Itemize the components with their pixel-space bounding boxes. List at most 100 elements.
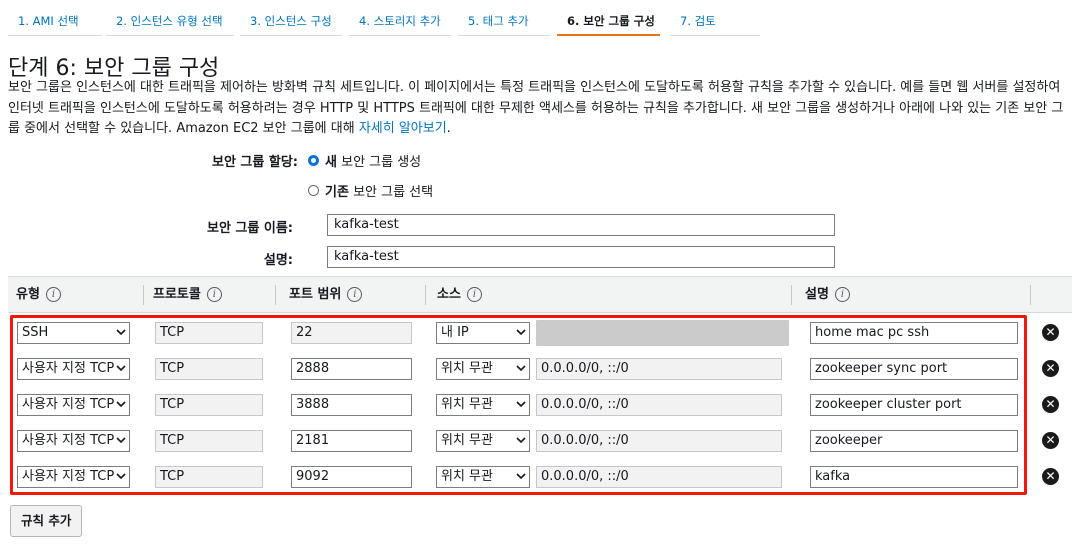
type-select[interactable]: SSH: [17, 322, 130, 344]
col-source-label: 소스: [437, 287, 461, 302]
source-cidr-field[interactable]: 0.0.0.0/0, ::/0: [536, 466, 782, 488]
chevron-down-icon: [116, 329, 126, 336]
delete-rule-icon[interactable]: ✕: [1042, 396, 1059, 413]
col-protocol-label: 프로토콜: [153, 287, 201, 302]
type-select-value: 사용자 지정 TCP: [22, 397, 115, 412]
source-select-value: 내 IP: [441, 325, 469, 340]
source-select-value: 위치 무관: [441, 397, 493, 412]
tab-instance-type[interactable]: 2. 인스턴스 유형 선택: [106, 0, 234, 36]
protocol-field: TCP: [155, 430, 263, 452]
column-divider: [1030, 285, 1031, 305]
chevron-down-icon: [116, 437, 126, 444]
column-divider: [791, 285, 792, 305]
delete-rule-icon[interactable]: ✕: [1042, 360, 1059, 377]
info-icon[interactable]: i: [834, 287, 850, 302]
tab-ami[interactable]: 1. AMI 선택: [8, 0, 102, 36]
info-icon[interactable]: i: [347, 287, 363, 302]
delete-rule-icon[interactable]: ✕: [1042, 324, 1059, 341]
radio-new-bold: 새: [325, 155, 337, 170]
protocol-field: TCP: [155, 466, 263, 488]
radio-existing-label: 보안 그룹 선택: [353, 185, 434, 200]
col-type: 유형 i: [16, 277, 61, 312]
type-select-value: SSH: [22, 325, 49, 340]
rule-description-input[interactable]: zookeeper: [810, 430, 1018, 452]
info-icon[interactable]: i: [466, 287, 482, 302]
chevron-down-icon: [516, 437, 526, 444]
type-select-value: 사용자 지정 TCP: [22, 469, 115, 484]
radio-new-group[interactable]: 새 보안 그룹 생성: [308, 151, 421, 170]
type-select[interactable]: 사용자 지정 TCP: [17, 394, 130, 416]
tab-instance-config[interactable]: 3. 인스턴스 구성: [240, 0, 342, 36]
rule-description-input[interactable]: zookeeper sync port: [810, 358, 1018, 380]
delete-rule-icon[interactable]: ✕: [1042, 468, 1059, 485]
tab-storage[interactable]: 4. 스토리지 추가: [349, 0, 451, 36]
port-range-input[interactable]: 2181: [291, 430, 412, 452]
chevron-down-icon: [516, 473, 526, 480]
rule-description-input[interactable]: kafka: [810, 466, 1018, 488]
protocol-field: TCP: [155, 358, 263, 380]
type-select[interactable]: 사용자 지정 TCP: [17, 466, 130, 488]
description-text: 보안 그룹은 인스턴스에 대한 트래픽을 제어하는 방화벽 규칙 세트입니다. …: [8, 80, 1064, 136]
source-select[interactable]: 위치 무관: [436, 430, 530, 452]
source-cidr-field[interactable]: 0.0.0.0/0, ::/0: [536, 394, 782, 416]
source-cidr-masked: [536, 320, 789, 346]
col-description: 설명 i: [805, 277, 850, 312]
chevron-down-icon: [516, 329, 526, 336]
assign-label: 보안 그룹 할당:: [211, 155, 298, 170]
radio-new-indicator[interactable]: [308, 155, 319, 166]
type-select[interactable]: 사용자 지정 TCP: [17, 358, 130, 380]
rule-description-input[interactable]: zookeeper cluster port: [810, 394, 1018, 416]
column-divider: [425, 285, 426, 305]
group-desc-input[interactable]: kafka-test: [327, 246, 835, 268]
source-select-value: 위치 무관: [441, 433, 493, 448]
type-select[interactable]: 사용자 지정 TCP: [17, 430, 130, 452]
rules-table-header: 유형 i 프로토콜 i 포트 범위 i 소스 i 설명 i: [8, 276, 1072, 313]
port-range-input[interactable]: 3888: [291, 394, 412, 416]
col-source: 소스 i: [437, 277, 482, 312]
description-period: .: [446, 121, 451, 136]
radio-existing-indicator[interactable]: [308, 185, 319, 196]
col-protocol: 프로토콜 i: [153, 277, 222, 312]
source-cidr-field[interactable]: 0.0.0.0/0, ::/0: [536, 358, 782, 380]
type-select-value: 사용자 지정 TCP: [22, 361, 115, 376]
protocol-field: TCP: [155, 394, 263, 416]
delete-rule-icon[interactable]: ✕: [1042, 432, 1059, 449]
source-select[interactable]: 위치 무관: [436, 358, 530, 380]
port-range-input[interactable]: 2888: [291, 358, 412, 380]
col-port: 포트 범위 i: [289, 277, 363, 312]
chevron-down-icon: [116, 473, 126, 480]
page-description: 보안 그룹은 인스턴스에 대한 트래픽을 제어하는 방화벽 규칙 세트입니다. …: [8, 78, 1068, 140]
wizard-tabs: 1. AMI 선택 2. 인스턴스 유형 선택 3. 인스턴스 구성 4. 스토…: [0, 0, 1072, 38]
group-name-label: 보안 그룹 이름:: [206, 221, 293, 236]
radio-new-label: 보안 그룹 생성: [341, 155, 422, 170]
column-divider: [275, 285, 276, 305]
info-icon[interactable]: i: [45, 287, 61, 302]
col-type-label: 유형: [16, 287, 40, 302]
learn-more-link[interactable]: 자세히 알아보기: [359, 121, 447, 136]
column-divider: [143, 285, 144, 305]
col-description-label: 설명: [805, 287, 829, 302]
chevron-down-icon: [116, 365, 126, 372]
group-name-input[interactable]: kafka-test: [327, 214, 835, 236]
tab-security-group[interactable]: 6. 보안 그룹 구성: [557, 0, 660, 36]
port-range-input[interactable]: 9092: [291, 466, 412, 488]
type-select-value: 사용자 지정 TCP: [22, 433, 115, 448]
source-cidr-field[interactable]: 0.0.0.0/0, ::/0: [536, 430, 782, 452]
add-rule-button[interactable]: 규칙 추가: [10, 505, 83, 537]
chevron-down-icon: [116, 401, 126, 408]
source-select[interactable]: 위치 무관: [436, 466, 530, 488]
radio-existing-bold: 기존: [325, 185, 349, 200]
group-desc-label: 설명:: [263, 253, 293, 268]
col-port-label: 포트 범위: [289, 287, 342, 302]
source-select[interactable]: 위치 무관: [436, 394, 530, 416]
source-select-value: 위치 무관: [441, 469, 493, 484]
source-select[interactable]: 내 IP: [436, 322, 530, 344]
rule-description-input[interactable]: home mac pc ssh: [810, 322, 1018, 344]
tab-review[interactable]: 7. 검토: [670, 0, 760, 36]
info-icon[interactable]: i: [206, 287, 222, 302]
tab-tags[interactable]: 5. 태그 추가: [458, 0, 550, 36]
port-range-field: 22: [291, 322, 412, 344]
chevron-down-icon: [516, 365, 526, 372]
radio-existing-group[interactable]: 기존 보안 그룹 선택: [308, 181, 433, 200]
chevron-down-icon: [516, 401, 526, 408]
